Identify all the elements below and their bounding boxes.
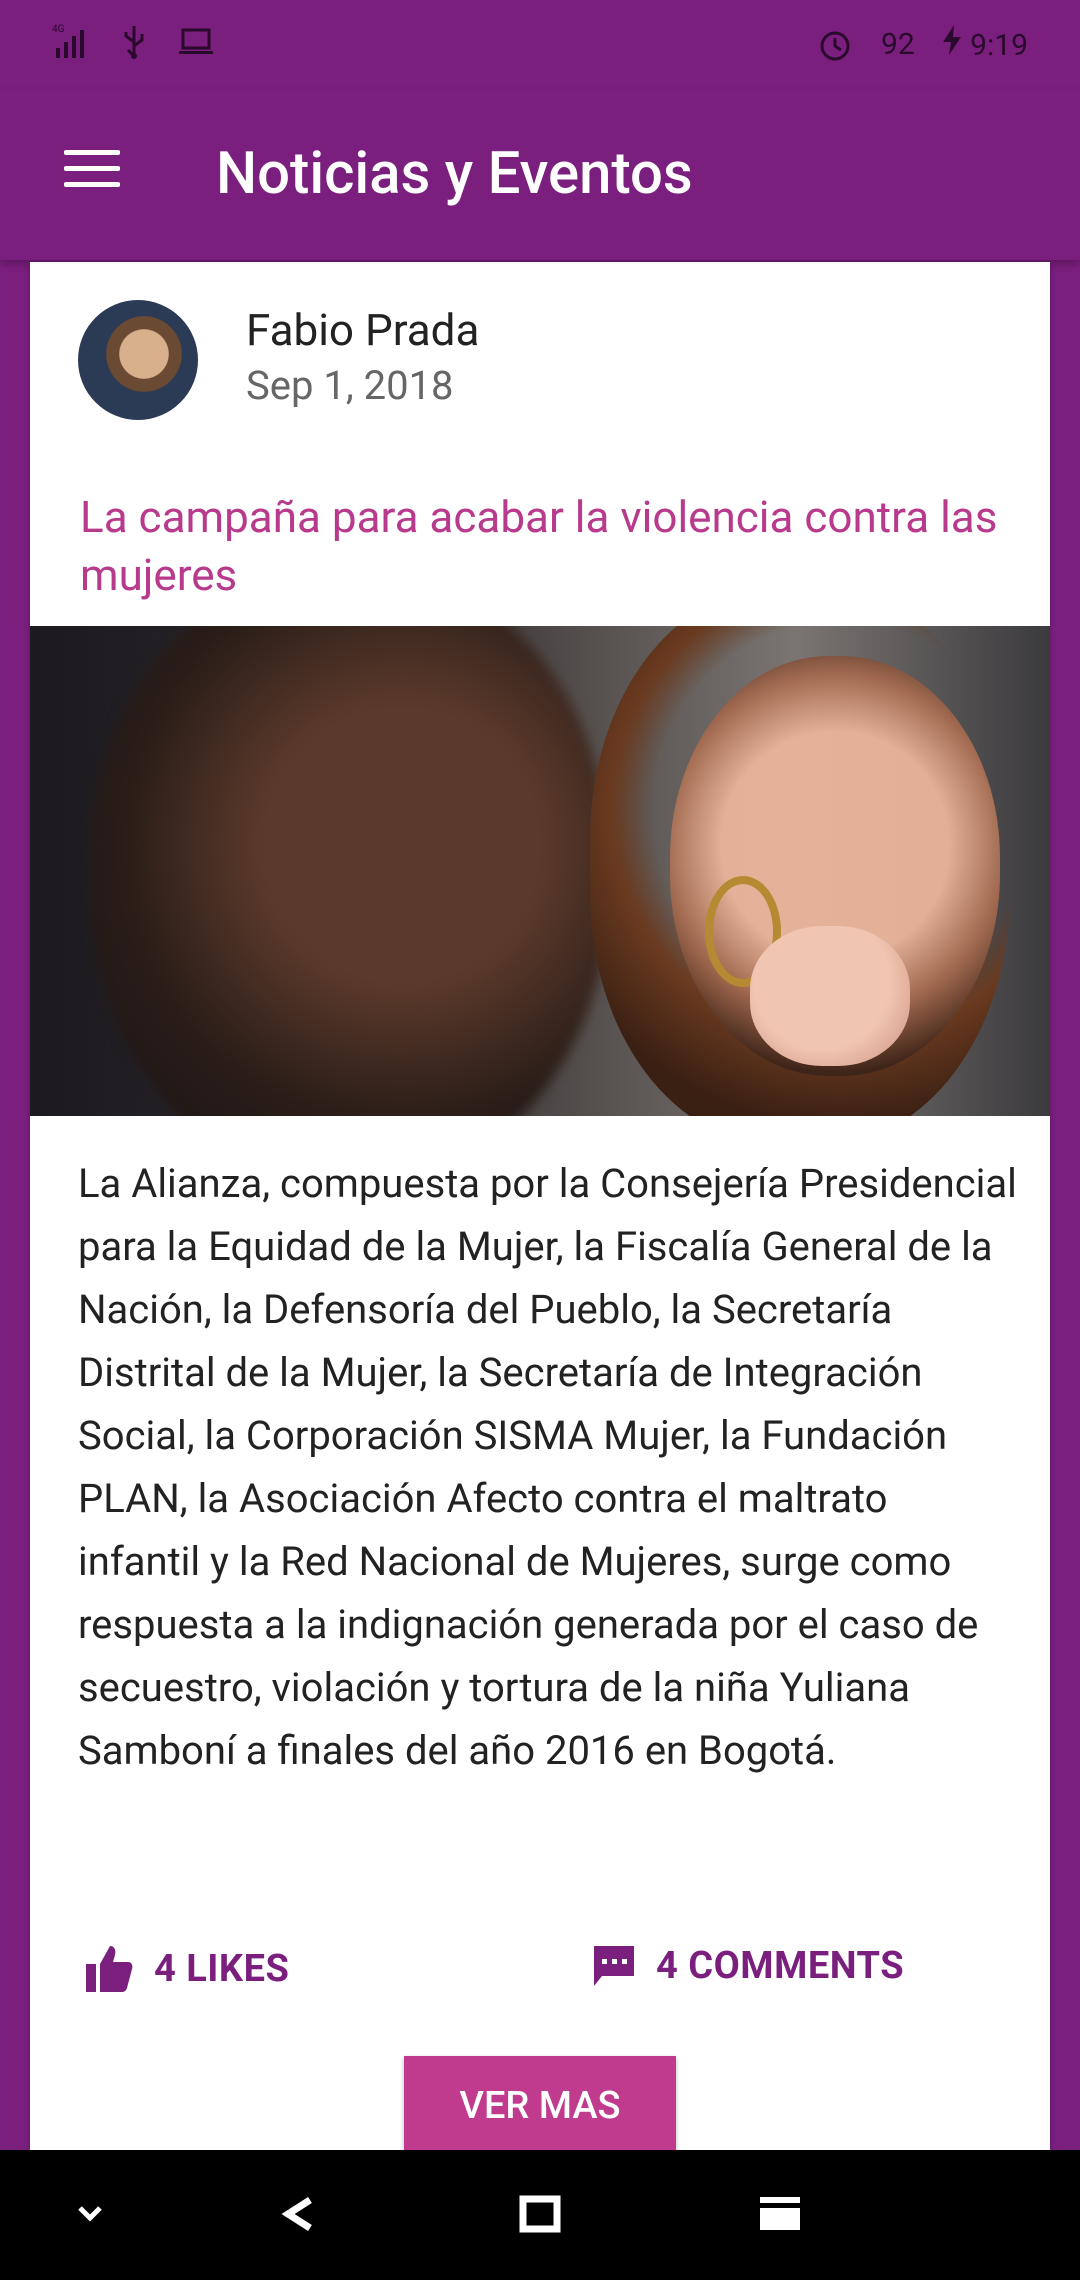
home-icon[interactable] [510,2184,570,2244]
news-card: Fabio Prada Sep 1, 2018 La campaña para … [30,262,1050,2162]
ver-mas-button[interactable]: VER MAS [404,2056,676,2156]
alarm-icon [820,31,850,61]
battery-level: 92 [880,26,915,62]
post-actions: 4 LIKES 4 COMMENTS [30,1942,1050,2022]
status-bar: 4G 92 9:19 [0,0,1080,90]
comments-label: 4 COMMENTS [656,1944,905,1988]
status-left: 4G [52,22,216,62]
avatar [78,300,198,420]
page-title: Noticias y Eventos [216,140,693,208]
recents-icon[interactable] [750,2184,810,2244]
usb-icon [124,26,144,59]
comments-button[interactable]: 4 COMMENTS [590,1942,904,1990]
post-image[interactable] [30,626,1050,1116]
hand-shape [750,926,910,1066]
status-right: 92 9:19 [815,24,1028,64]
post-date: Sep 1, 2018 [246,362,454,409]
hamburger-menu-icon[interactable] [64,150,124,200]
app-bar: Noticias y Eventos [0,90,1080,260]
time-text: 9:19 [970,28,1028,63]
likes-label: 4 LIKES [154,1947,290,1991]
back-icon[interactable] [270,2184,330,2244]
post-title[interactable]: La campaña para acabar la violencia cont… [80,488,1010,604]
svg-text:4G: 4G [52,24,65,35]
system-nav-bar [0,2150,1080,2280]
author-name: Fabio Prada [246,304,480,356]
post-body: La Alianza, compuesta por la Consejería … [78,1160,1017,1774]
signal-icon: 4G [52,24,84,58]
clock: 9:19 [941,25,1028,63]
laptop-icon [179,28,213,54]
likes-button[interactable]: 4 LIKES [82,1942,289,1996]
charging-icon [942,25,961,55]
comment-icon [594,1946,634,1986]
foreground-blur [90,626,610,1116]
chevron-down-icon[interactable] [60,2184,120,2244]
thumbs-up-icon [86,1946,133,1992]
